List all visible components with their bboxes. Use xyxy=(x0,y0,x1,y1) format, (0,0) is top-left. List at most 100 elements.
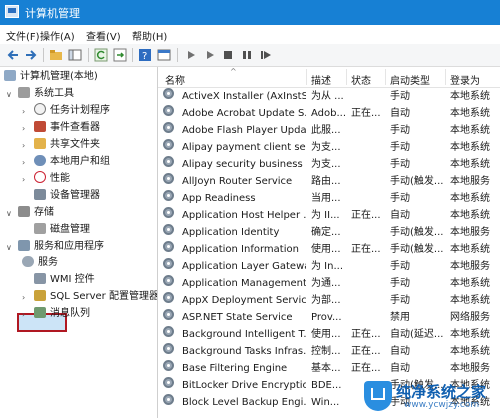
cell-status: 正在... xyxy=(351,363,381,374)
cell-status: 正在... xyxy=(351,108,381,119)
table-row[interactable]: AppX Deployment Servic... 为部... 手动 本地系统 xyxy=(158,292,500,309)
console-tree-icon[interactable] xyxy=(68,48,82,62)
services-apps-icon xyxy=(18,240,30,251)
table-row[interactable]: Adobe Flash Player Upda... 此服... 手动 本地系统 xyxy=(158,122,500,139)
refresh-icon[interactable] xyxy=(94,48,108,62)
table-row[interactable]: Application Identity 确定... 手动(触发... 本地服务 xyxy=(158,224,500,241)
chevron-right-icon[interactable]: › xyxy=(22,124,25,133)
cell-logon: 本地服务 xyxy=(450,176,490,187)
export-icon[interactable] xyxy=(113,48,127,62)
cell-name: AllJoyn Router Service xyxy=(182,176,293,187)
column-divider[interactable] xyxy=(306,69,307,85)
table-row[interactable]: Background Tasks Infras... 控制... 正在... 自动 本地… xyxy=(158,343,500,360)
up-folder-icon[interactable] xyxy=(49,48,63,62)
tree-node-local-users[interactable]: 本地用户和组 xyxy=(34,154,110,170)
stop-icon[interactable] xyxy=(221,48,235,62)
table-row[interactable]: Alipay security business s... 为支... 手动 本地系统 xyxy=(158,156,500,173)
tree-node-disk-management[interactable]: 磁盘管理 xyxy=(34,222,90,238)
column-header-logon[interactable]: 登录为 xyxy=(450,72,480,87)
help-icon[interactable]: ? xyxy=(138,48,152,62)
cell-logon: 本地系统 xyxy=(450,278,490,289)
table-row[interactable]: Background Intelligent T... 使用... 正在... 自动(… xyxy=(158,326,500,343)
wmi-icon xyxy=(34,273,46,284)
toolbar-separator xyxy=(43,48,44,62)
gear-icon xyxy=(22,256,34,267)
column-divider[interactable] xyxy=(346,69,347,85)
cell-logon: 本地系统 xyxy=(450,142,490,153)
cell-logon: 本地服务 xyxy=(450,227,490,238)
cell-desc: BDE... xyxy=(311,380,342,391)
restart-icon[interactable] xyxy=(259,48,273,62)
toolbar-separator xyxy=(177,48,178,62)
forward-arrow-icon[interactable] xyxy=(24,48,38,62)
chevron-right-icon[interactable]: › xyxy=(22,158,25,167)
column-header-name[interactable]: 名称 xyxy=(165,72,185,87)
pause-icon[interactable] xyxy=(240,48,254,62)
play-alt-icon[interactable] xyxy=(203,48,217,62)
window-title: 计算机管理 xyxy=(25,7,80,20)
users-icon xyxy=(34,155,46,166)
shared-folder-icon xyxy=(34,138,46,149)
cell-desc: 为支... xyxy=(311,159,341,170)
table-row[interactable]: Base Filtering Engine 基本... 正在... 自动 本地服务 xyxy=(158,360,500,377)
cell-name: Application Layer Gatewa... xyxy=(182,261,306,272)
tree-node-event-viewer[interactable]: 事件查看器 xyxy=(34,120,100,136)
tree-node-wmi[interactable]: WMI 控件 xyxy=(34,272,95,288)
cell-logon: 本地系统 xyxy=(450,295,490,306)
tree-node-sql-server[interactable]: SQL Server 配置管理器 xyxy=(34,289,157,305)
chevron-right-icon[interactable]: › xyxy=(22,293,25,302)
chevron-down-icon[interactable]: ∨ xyxy=(6,209,12,218)
tree-node-storage[interactable]: 存储 xyxy=(18,205,54,221)
tree-node-device-manager[interactable]: 设备管理器 xyxy=(34,188,100,204)
play-icon[interactable] xyxy=(184,48,198,62)
tree-node-performance[interactable]: 性能 xyxy=(34,171,70,187)
table-row[interactable]: Application Host Helper ... 为 II... 正在... 自… xyxy=(158,207,500,224)
table-row[interactable]: AllJoyn Router Service 路由... 手动(触发... 本地服务 xyxy=(158,173,500,190)
tree-node-services-apps[interactable]: 服务和应用程序 xyxy=(18,239,104,255)
cell-startup: 手动 xyxy=(390,295,410,306)
tree-node-shared-folders[interactable]: 共享文件夹 xyxy=(34,137,100,153)
column-header-desc[interactable]: 描述 xyxy=(311,72,331,87)
table-row[interactable]: ASP.NET State Service Prov... 禁用 网络服务 xyxy=(158,309,500,326)
computer-management-icon xyxy=(5,5,19,18)
table-row[interactable]: Alipay payment client sec... 为支... 手动 本地系统 xyxy=(158,139,500,156)
column-divider[interactable] xyxy=(445,69,446,85)
gear-icon xyxy=(163,241,174,252)
table-row[interactable]: Adobe Acrobat Update S... Adob... 正在... 自动 本… xyxy=(158,105,500,122)
menu-file[interactable]: 文件(F) xyxy=(6,28,40,43)
table-row[interactable]: Application Information 使用... 正在... 手动(触发..… xyxy=(158,241,500,258)
cell-startup: 手动(触发... xyxy=(390,176,444,187)
cell-desc: 使用... xyxy=(311,244,341,255)
menu-help[interactable]: 帮助(H) xyxy=(132,28,167,43)
column-header-startup[interactable]: 启动类型 xyxy=(390,72,430,87)
cell-desc: 为支... xyxy=(311,142,341,153)
tree-node-task-scheduler[interactable]: 任务计划程序 xyxy=(34,103,110,119)
chevron-right-icon[interactable]: › xyxy=(22,141,25,150)
cell-name: Adobe Acrobat Update S... xyxy=(182,108,306,119)
chevron-down-icon[interactable]: ∨ xyxy=(6,90,12,99)
table-row[interactable]: Application Management 为通... 手动 本地系统 xyxy=(158,275,500,292)
chevron-right-icon[interactable]: › xyxy=(22,310,25,319)
properties-icon[interactable] xyxy=(157,48,171,62)
chevron-down-icon[interactable]: ∨ xyxy=(6,243,12,252)
column-header-status[interactable]: 状态 xyxy=(351,72,371,87)
tree-node-root[interactable]: 计算机管理(本地) xyxy=(4,69,98,85)
cell-desc: 此服... xyxy=(311,125,341,136)
cell-logon: 本地系统 xyxy=(450,91,490,102)
table-row[interactable]: App Readiness 当用... 手动 本地系统 xyxy=(158,190,500,207)
tree-node-message-queue[interactable]: 消息队列 xyxy=(34,306,90,322)
column-divider[interactable] xyxy=(385,69,386,85)
back-arrow-icon[interactable] xyxy=(6,48,20,62)
chevron-right-icon[interactable]: › xyxy=(22,175,25,184)
chevron-right-icon[interactable]: › xyxy=(22,107,25,116)
table-row[interactable]: Application Layer Gatewa... 为 In... 手动 本地服务 xyxy=(158,258,500,275)
tree-node-services[interactable]: 服务 xyxy=(22,255,58,271)
toolbar: ? xyxy=(0,44,500,67)
cell-name: Application Management xyxy=(182,278,306,289)
menu-view[interactable]: 查看(V) xyxy=(86,28,121,43)
menu-action[interactable]: 操作(A) xyxy=(40,28,75,43)
table-row[interactable]: ActiveX Installer (AxInstSV) 为从 ... 手动 本地系统 xyxy=(158,88,500,105)
tree-node-system-tools[interactable]: 系统工具 xyxy=(18,86,74,102)
cell-logon: 本地系统 xyxy=(450,210,490,221)
svg-text:?: ? xyxy=(142,51,147,62)
